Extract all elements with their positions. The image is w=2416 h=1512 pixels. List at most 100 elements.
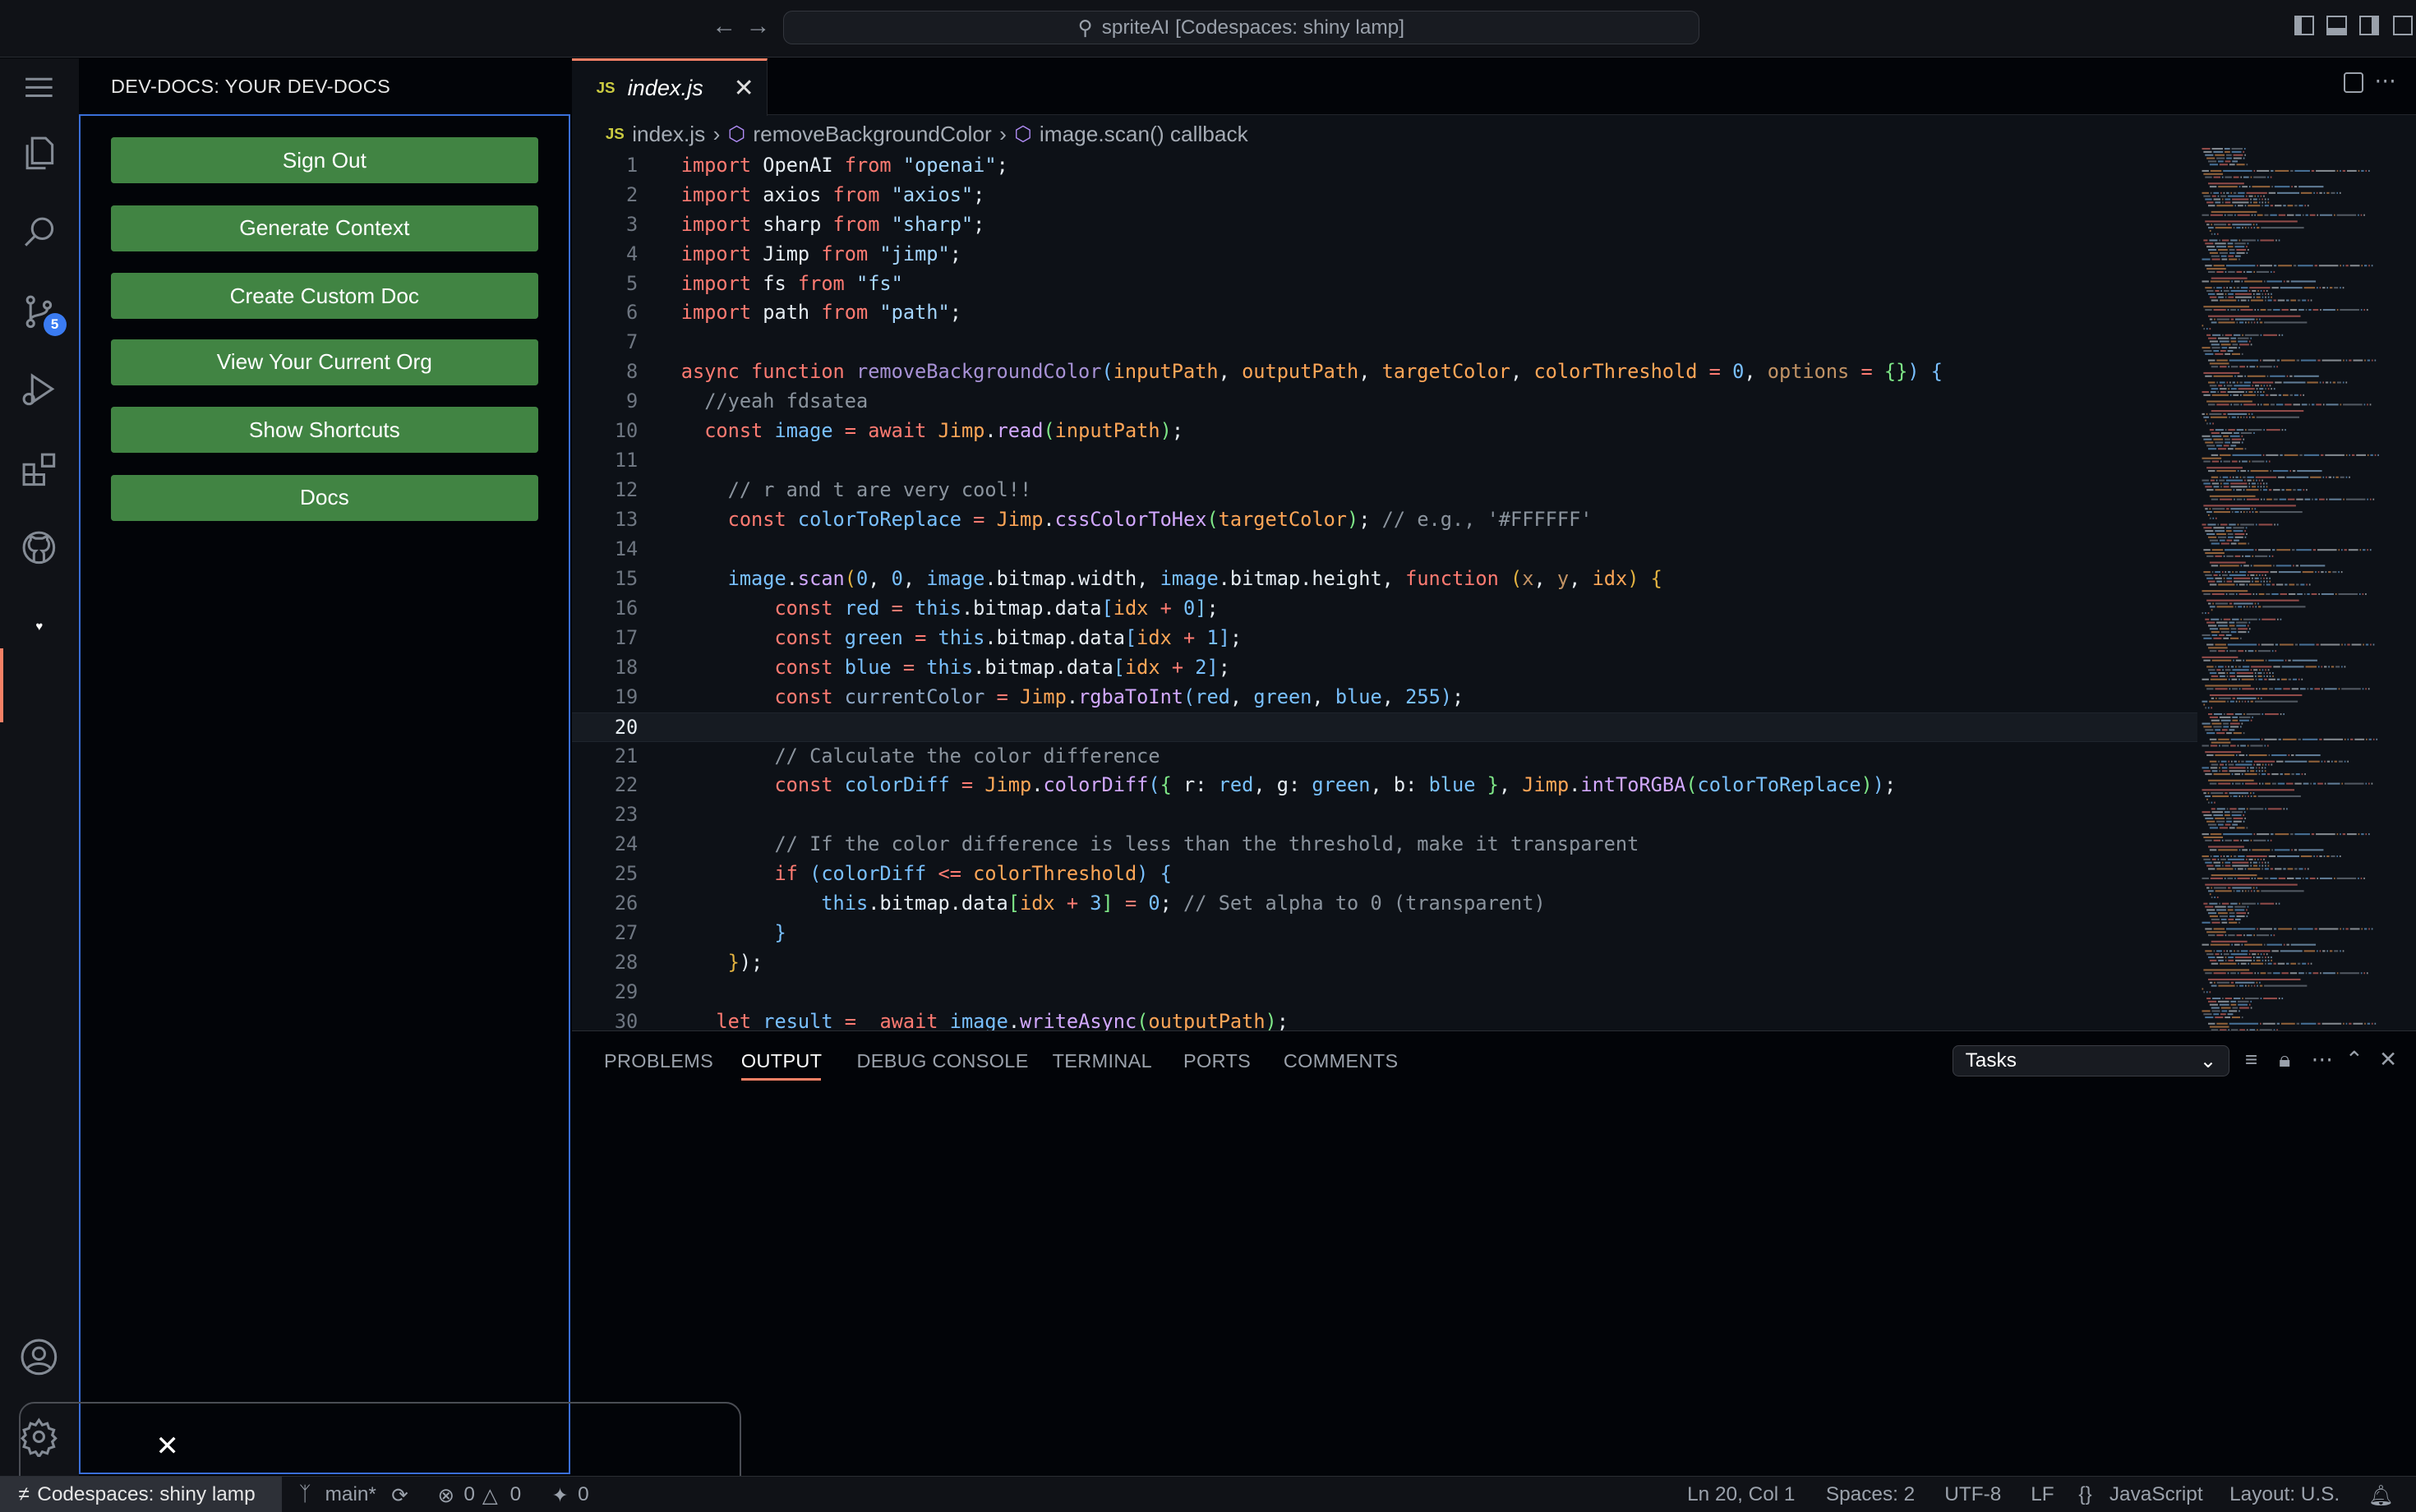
code-line[interactable]: 3 import sharp from "sharp";	[572, 210, 2197, 240]
code-line[interactable]: 16 const red = this.bitmap.data[idx + 0]…	[572, 594, 2197, 624]
breadcrumb-callback[interactable]: image.scan() callback	[1040, 122, 1248, 147]
code-line[interactable]: 22 const colorDiff = Jimp.colorDiff({ r:…	[572, 771, 2197, 800]
code-line[interactable]: 20	[571, 712, 2197, 742]
extensions-icon[interactable]	[17, 447, 62, 491]
minimap-mark	[2258, 643, 2260, 646]
code-line[interactable]: 6 import path from "path";	[572, 298, 2197, 328]
tab-ports[interactable]: PORTS	[1183, 1050, 1251, 1072]
code-line[interactable]: 14	[572, 535, 2197, 565]
code-line[interactable]: 19 const currentColor = Jimp.rgbaToInt(r…	[572, 683, 2197, 712]
code-line[interactable]: 28 });	[572, 948, 2197, 978]
files-icon[interactable]	[17, 131, 62, 175]
language-mode[interactable]: JavaScript	[2109, 1483, 2203, 1506]
bell-icon[interactable]: 🔔︎	[2368, 1483, 2394, 1508]
error-count[interactable]: 0	[463, 1483, 475, 1506]
maximize-panel-icon[interactable]: ⌃	[2345, 1047, 2363, 1072]
sync-icon[interactable]: ⟳	[391, 1483, 408, 1508]
dev-docs-icon[interactable]: ♥	[17, 604, 62, 648]
toggle-sidebar-icon[interactable]	[2294, 15, 2315, 36]
code-line[interactable]: 8 async function removeBackgroundColor(in…	[572, 357, 2197, 387]
code-line[interactable]: 10 const image = await Jimp.read(inputPa…	[572, 417, 2197, 446]
code-line[interactable]: 11	[572, 446, 2197, 476]
code-line[interactable]: 12 // r and t are very cool!!	[572, 476, 2197, 505]
code-line[interactable]: 13 const colorToReplace = Jimp.cssColorT…	[572, 505, 2197, 535]
code-line[interactable]: 25 if (colorDiff <= colorThreshold) {	[572, 860, 2197, 889]
code-editor[interactable]: 1 import OpenAI from "openai"; 2 import axi…	[571, 151, 2197, 1037]
minimap-mark	[2233, 997, 2241, 1000]
code-line[interactable]: 7	[572, 328, 2197, 357]
code-line[interactable]: 2 import axios from "axios";	[572, 181, 2197, 210]
breadcrumb-file[interactable]: index.js	[632, 122, 705, 147]
command-center-search[interactable]: ⚲ spriteAI [Codespaces: shiny lamp]	[782, 11, 1700, 45]
show-shortcuts-button[interactable]: Show Shortcuts	[111, 407, 538, 454]
code-line[interactable]: 29	[572, 978, 2197, 1007]
code-line[interactable]: 15 image.scan(0, 0, image.bitmap.width, …	[572, 565, 2197, 594]
code-line[interactable]: 23	[572, 800, 2197, 830]
code-token: )	[1265, 1009, 1277, 1033]
generate-context-button[interactable]: Generate Context	[111, 205, 538, 251]
minimap-mark	[2272, 675, 2274, 677]
minimap-mark	[2290, 299, 2296, 302]
end-of-line[interactable]: LF	[2031, 1483, 2054, 1506]
search-icon[interactable]	[17, 210, 62, 254]
toggle-panel-icon[interactable]	[2326, 15, 2347, 36]
warning-count[interactable]: 0	[510, 1483, 522, 1506]
code-line[interactable]: 21 // Calculate the color difference	[572, 742, 2197, 772]
back-arrow-icon[interactable]: ←	[712, 12, 736, 40]
forward-arrow-icon[interactable]: →	[746, 12, 771, 40]
tab-terminal[interactable]: TERMINAL	[1053, 1050, 1152, 1072]
menu-icon[interactable]	[17, 65, 62, 109]
account-icon[interactable]	[17, 1335, 62, 1379]
close-icon[interactable]: ✕	[734, 74, 754, 103]
encoding[interactable]: UTF-8	[1944, 1483, 2001, 1506]
code-line[interactable]: 18 const blue = this.bitmap.data[idx + 2…	[572, 653, 2197, 683]
run-debug-icon[interactable]	[17, 366, 62, 411]
code-line[interactable]: 9 //yeah fdsatea	[572, 387, 2197, 417]
cursor-position[interactable]: Ln 20, Col 1	[1687, 1483, 1795, 1506]
code-line[interactable]: 17 const green = this.bitmap.data[idx + …	[572, 624, 2197, 653]
minimap-mark	[2202, 612, 2204, 615]
more-actions-icon[interactable]: ⋯	[2374, 68, 2395, 94]
code-line[interactable]: 1 import OpenAI from "openai";	[572, 151, 2197, 181]
split-editor-icon[interactable]	[2343, 72, 2364, 93]
customize-layout-icon[interactable]	[2392, 15, 2414, 36]
minimap-mark	[2257, 549, 2271, 551]
minimap-mark	[2258, 198, 2261, 201]
sign-out-button[interactable]: Sign Out	[111, 137, 538, 184]
clear-output-icon[interactable]: ≡	[2245, 1047, 2257, 1072]
minimap[interactable]	[2196, 148, 2404, 1031]
code-line[interactable]: 5 import fs from "fs"	[572, 270, 2197, 299]
breadcrumb-function[interactable]: removeBackgroundColor	[753, 122, 991, 147]
ports-count[interactable]: 0	[578, 1483, 589, 1506]
minimap-mark	[2225, 592, 2228, 596]
tab-problems[interactable]: PROBLEMS	[604, 1050, 713, 1072]
code-line[interactable]: 4 import Jimp from "jimp";	[572, 240, 2197, 270]
view-current-org-button[interactable]: View Your Current Org	[111, 339, 538, 385]
tab-output[interactable]: OUTPUT	[741, 1050, 823, 1072]
output-channel-select[interactable]: Tasks ⌄	[1952, 1045, 2230, 1076]
tab-index-js[interactable]: JS index.js ✕	[571, 58, 768, 116]
create-custom-doc-button[interactable]: Create Custom Doc	[111, 273, 538, 320]
code-line[interactable]: 27 }	[572, 919, 2197, 948]
lock-icon[interactable]: 🔒︎	[2279, 1047, 2290, 1073]
code-line[interactable]: 24 // If the color difference is less th…	[572, 830, 2197, 860]
more-actions-icon[interactable]: ⋯	[2312, 1047, 2333, 1072]
minimap-mark	[2264, 738, 2277, 740]
branch-label[interactable]: main*	[325, 1483, 376, 1506]
close-panel-icon[interactable]: ✕	[2379, 1047, 2397, 1072]
remote-indicator[interactable]: ≠ Codespaces: shiny lamp	[0, 1477, 283, 1512]
toggle-secondary-sidebar-icon[interactable]	[2358, 15, 2379, 36]
close-icon[interactable]: ✕	[155, 1430, 178, 1463]
minimap-mark	[2207, 612, 2210, 615]
docs-button[interactable]: Docs	[111, 474, 538, 521]
tab-debug-console[interactable]: DEBUG CONSOLE	[857, 1050, 1029, 1072]
minimap-mark	[2234, 246, 2245, 248]
keyboard-layout[interactable]: Layout: U.S.	[2229, 1483, 2340, 1506]
minimap-mark	[2250, 299, 2263, 302]
tab-comments[interactable]: COMMENTS	[1284, 1050, 1399, 1072]
indentation[interactable]: Spaces: 2	[1826, 1483, 1915, 1506]
minimap-mark	[2225, 817, 2232, 819]
github-icon[interactable]	[17, 525, 62, 569]
minimap-mark	[2216, 403, 2229, 406]
code-line[interactable]: 26 this.bitmap.data[idx + 3] = 0; // Set…	[572, 889, 2197, 919]
